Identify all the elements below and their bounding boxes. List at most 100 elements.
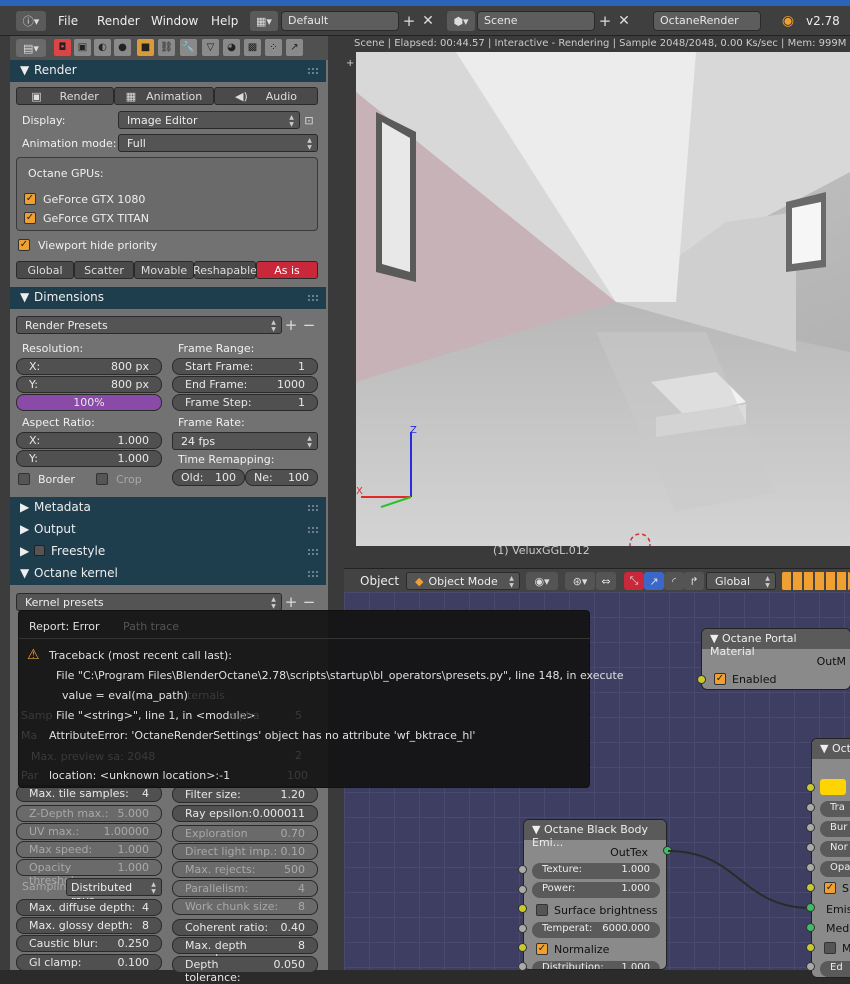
grip-icon[interactable]: [308, 68, 318, 74]
surface-brightness-checkbox[interactable]: [536, 904, 548, 916]
viewport-plus-icon[interactable]: +: [346, 58, 356, 69]
priority-scatter[interactable]: Scatter: [74, 261, 134, 279]
modifier-tab-icon[interactable]: 🔧: [180, 39, 197, 56]
constraints-tab-icon[interactable]: ⛓: [158, 39, 175, 56]
grip-icon[interactable]: [308, 505, 318, 511]
object-tab-icon[interactable]: ■: [137, 39, 154, 56]
frame-rate-select[interactable]: 24 fps: [172, 432, 318, 450]
max-rejects-field[interactable]: Max. rejects: 500: [172, 861, 318, 878]
zdepth-field[interactable]: Z-Depth max.: 5.000: [16, 805, 162, 822]
octa-socket-3[interactable]: [806, 823, 815, 832]
remap-old-field[interactable]: Old: 100: [172, 469, 245, 486]
max-depth-samples-field[interactable]: Max. depth samples:8: [172, 937, 318, 965]
menu-help[interactable]: Help: [211, 14, 238, 28]
grip-icon[interactable]: [308, 527, 318, 533]
blackbody-emission-node[interactable]: ▼ Octane Black Body Emi... OutTex Textur…: [523, 819, 667, 970]
render-tab-icon[interactable]: ◘: [54, 39, 71, 56]
lock-icon[interactable]: ⊡: [302, 111, 316, 129]
animation-button[interactable]: ▦ Animation: [114, 87, 214, 105]
normalize-socket[interactable]: [518, 943, 527, 952]
kernel-section-header[interactable]: ▼ Octane kernel: [10, 563, 326, 585]
octa-socket-4[interactable]: [806, 843, 815, 852]
octa-color-swatch[interactable]: [820, 779, 846, 795]
layout-field[interactable]: Default: [281, 11, 399, 31]
octa-row-8-checkbox[interactable]: [824, 942, 836, 954]
gi-clamp-field[interactable]: GI clamp: 0.100: [16, 954, 162, 971]
particles-tab-icon[interactable]: ⁘: [265, 39, 282, 56]
layers-tab-icon[interactable]: ▣: [74, 39, 91, 56]
power-socket[interactable]: [518, 885, 527, 894]
opacity-threshold-field[interactable]: Opacity threshol: 1.000: [16, 859, 162, 887]
panel-scrollbar[interactable]: [328, 36, 344, 970]
freestyle-checkbox[interactable]: [34, 545, 45, 556]
power-field[interactable]: Power: 1.000: [532, 882, 660, 898]
material-tab-icon[interactable]: ◕: [223, 39, 240, 56]
grip-icon[interactable]: [308, 549, 318, 555]
portal-node-header[interactable]: ▼ Octane Portal Material: [702, 629, 850, 658]
scene-tab-icon[interactable]: ◐: [94, 39, 111, 56]
direct-light-field[interactable]: Direct light imp.: 0.10: [172, 843, 318, 860]
grip-icon[interactable]: [308, 295, 318, 301]
collapse-icon[interactable]: ▼: [532, 823, 544, 836]
sampling-select[interactable]: Distributed rays: [66, 878, 162, 907]
portal-material-node[interactable]: ▼ Octane Portal Material OutM ✓ Enabled: [701, 628, 850, 690]
world-tab-icon[interactable]: ●: [114, 39, 131, 56]
texture-socket[interactable]: [518, 865, 527, 874]
octa-row-9[interactable]: Ed: [820, 961, 850, 977]
add-preset-icon[interactable]: +: [283, 316, 299, 334]
coherent-ratio-field[interactable]: Coherent ratio: 0.40: [172, 919, 318, 936]
metadata-section-header[interactable]: ▶ Metadata: [10, 497, 326, 519]
anim-mode-select[interactable]: Full: [118, 134, 318, 152]
crop-checkbox[interactable]: [96, 473, 108, 485]
gpu-1-checkbox[interactable]: ✓: [24, 193, 36, 205]
end-frame-field[interactable]: End Frame: 1000: [172, 376, 318, 393]
audio-button[interactable]: ◀) Audio: [214, 87, 318, 105]
work-chunk-field[interactable]: Work chunk size: 8: [172, 898, 318, 915]
menu-window[interactable]: Window: [151, 14, 198, 28]
scene-field[interactable]: Scene: [477, 11, 595, 31]
physics-tab-icon[interactable]: ↗: [286, 39, 303, 56]
octa-socket-6[interactable]: [806, 883, 815, 892]
filter-size-field[interactable]: Filter size: 1.20: [172, 786, 318, 803]
object-menu[interactable]: Object: [360, 574, 399, 588]
octa-row-2[interactable]: Bur: [820, 821, 850, 837]
octa-row-1[interactable]: Tra: [820, 801, 850, 817]
ray-epsilon-field[interactable]: Ray epsilon: 0.000011: [172, 805, 318, 822]
blackbody-node-header[interactable]: ▼ Octane Black Body Emi...: [524, 820, 666, 849]
portal-enabled-checkbox[interactable]: ✓: [714, 673, 726, 685]
octa-socket-1[interactable]: [806, 783, 815, 792]
pivot-icon[interactable]: ⊛▾: [565, 572, 595, 590]
aspect-y-field[interactable]: Y: 1.000: [16, 450, 162, 467]
max-speed-field[interactable]: Max speed: 1.000: [16, 841, 162, 858]
temperature-socket[interactable]: [518, 924, 527, 933]
layers-grid-icon[interactable]: [782, 572, 850, 590]
priority-reshapable[interactable]: Reshapable: [193, 261, 257, 279]
freestyle-section-header[interactable]: ▶ Freestyle: [10, 541, 326, 563]
shading-icon[interactable]: ◉▾: [526, 572, 558, 590]
octa-row-3[interactable]: Nor: [820, 841, 850, 857]
scene-icon[interactable]: ⬢▾: [447, 11, 475, 31]
editor-type-icon[interactable]: ▤▾: [16, 39, 46, 57]
info-editor-icon[interactable]: ⓘ▾: [16, 11, 46, 31]
start-frame-field[interactable]: Start Frame: 1: [172, 358, 318, 375]
parallelism-field[interactable]: Parallelism: 4: [172, 880, 318, 897]
translate-icon[interactable]: ⤡: [624, 572, 644, 590]
glossy-depth-field[interactable]: Max. glossy depth: 8: [16, 917, 162, 934]
data-tab-icon[interactable]: ▽: [202, 39, 219, 56]
mode-select[interactable]: ◆ Object Mode: [406, 572, 520, 590]
depth-tolerance-field[interactable]: Depth tolerance: 0.050: [172, 956, 318, 984]
close-layout-icon[interactable]: ✕: [420, 11, 436, 31]
menu-render[interactable]: Render: [97, 14, 140, 28]
priority-movable[interactable]: Movable: [134, 261, 194, 279]
orientation-select[interactable]: Global: [706, 572, 776, 590]
scale-icon[interactable]: ◜: [664, 572, 684, 590]
collapse-icon[interactable]: ▼: [820, 742, 832, 755]
octa-row-5-checkbox[interactable]: ✓: [824, 882, 836, 894]
manipulator-icon[interactable]: ⇔: [596, 572, 616, 590]
priority-global[interactable]: Global: [16, 261, 74, 279]
res-y-field[interactable]: Y: 800 px: [16, 376, 162, 393]
octa-socket-5[interactable]: [806, 863, 815, 872]
dimensions-section-header[interactable]: ▼ Dimensions: [10, 287, 326, 309]
render-preview[interactable]: Z X: [356, 52, 850, 546]
octa-socket-2[interactable]: [806, 803, 815, 812]
